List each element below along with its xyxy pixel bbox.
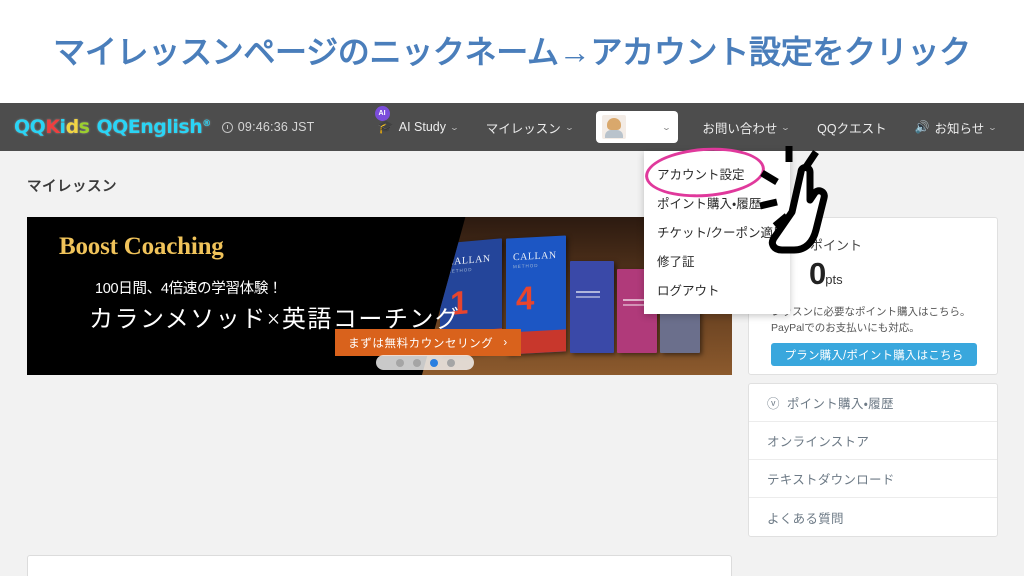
banner-cta-button[interactable]: まずは無料カウンセリング › [335,329,521,356]
nav-label-news: お知らせ [934,121,985,136]
chevron-down-icon: ⌄ [780,122,791,132]
textbook-brand: CALLAN [447,253,491,269]
carousel-dot[interactable] [395,358,404,367]
side-link-label: テキストダウンロード [767,473,895,487]
points-value: 0pts [809,256,843,292]
nav-label-ai-study: AI Study [398,120,446,134]
headline-banner: マイレッスンページのニックネーム→アカウント設定をクリック [0,0,1024,103]
points-unit: pts [825,272,843,287]
clock-time: 09:46:36 JST [237,120,315,134]
side-link-label: ポイント購入・履歴 [786,397,894,411]
carousel-dot-active[interactable] [429,358,438,367]
yen-circle-icon: ⓥ [767,397,780,411]
textbook-number: 4 [516,279,535,318]
side-link-text-download[interactable]: テキストダウンロード [749,460,997,498]
clock-icon [221,121,233,133]
nav-label-my-lesson: マイレッスン [485,121,561,136]
logo-s: s [78,116,90,138]
booking-instruction-box: お好きな時間帯、講師等を選び、レッスンをご予約ください [27,555,732,576]
account-menu-button[interactable]: ⌄ [596,111,679,143]
menu-item-logout[interactable]: ログアウト [644,275,790,304]
side-link-point-purchase-history[interactable]: ⓥ ポイント購入・履歴 [749,384,997,422]
carousel-dot[interactable] [412,358,421,367]
menu-item-certificate[interactable]: 修了証 [644,246,790,275]
top-navigation-bar: QQ Ki d s QQ English ® 09:46:36 JST AI 🎓 AI St… [0,103,1024,151]
page-title: マイレッスン [27,179,117,195]
side-link-label: よくある質問 [767,511,844,526]
points-number: 0 [809,256,826,291]
headline-text: マイレッスンページのニックネーム→アカウント設定をクリック [53,34,971,71]
screenshot-root: マイレッスンページのニックネーム→アカウント設定をクリック QQ Ki d s QQ En… [0,0,1024,576]
nav-item-news[interactable]: 🔊 お知らせ ⌄ [901,103,1010,151]
nav-item-contact[interactable]: お問い合わせ ⌄ [688,103,803,151]
menu-item-account-settings[interactable]: アカウント設定 [644,159,790,188]
menu-item-ticket-coupon[interactable]: チケット/クーポン適用 [644,217,790,246]
graduation-cap-icon: 🎓 [377,119,394,134]
carousel-dot[interactable] [446,358,455,367]
textbook-sub: METHOD [447,266,473,275]
buy-plan-points-button[interactable]: プラン購入/ポイント購入はこちら [771,343,977,366]
carousel-dots [376,355,474,370]
ai-study-icon-group: AI 🎓 [374,106,394,135]
points-description: レッスンに必要なポイント購入はこちら。 PayPalでのお支払いにも対応。 [771,305,971,337]
points-desc-line2: PayPalでのお支払いにも対応。 [771,321,920,334]
avatar [602,115,627,139]
nav-label-contact: お問い合わせ [702,121,778,136]
registered-mark: ® [202,119,211,129]
nav-right-group: AI 🎓 AI Study ⌄ マイレッスン ⌄ ⌄ お問い合わせ ⌄ QQクエ… [364,103,1010,151]
side-link-list: ⓥ ポイント購入・履歴 オンラインストア テキストダウンロード よくある質問 [748,383,998,537]
ai-badge: AI [374,106,390,121]
logo-english: English [127,116,203,138]
nav-item-qq-quest[interactable]: QQクエスト [803,103,900,151]
chevron-right-icon: › [503,336,508,349]
logo-qq-kids: QQ [14,116,46,138]
logo-k: K [45,116,60,138]
page-body: マイレッスン CALLAN METHOD 1 CALLAN METHOD 4 B… [0,151,1024,576]
side-link-online-store[interactable]: オンラインストア [749,422,997,460]
logo-d: d [65,116,80,138]
banner-cta-label: まずは無料カウンセリング [348,337,494,350]
side-link-faq[interactable]: よくある質問 [749,498,997,536]
chevron-down-icon: ⌄ [987,122,998,132]
points-desc-line1: レッスンに必要なポイント購入はこちら。 [771,306,971,318]
chevron-down-icon: ⌄ [661,122,672,132]
nav-item-my-lesson[interactable]: マイレッスン ⌄ [472,103,587,151]
textbook-brand: CALLAN [513,249,557,264]
site-logo[interactable]: QQ Ki d s QQ English ® [14,116,211,138]
account-dropdown-menu: アカウント設定 ポイント購入・履歴 チケット/クーポン適用 修了証 ログアウト [644,151,790,314]
side-link-label: オンラインストア [767,435,870,449]
textbook-sub: METHOD [513,262,539,270]
banner-subtitle: 100日間、4倍速の学習体験！ [95,281,283,297]
chevron-down-icon: ⌄ [564,122,575,132]
menu-item-point-purchase-history[interactable]: ポイント購入・履歴 [644,188,790,217]
nav-item-ai-study[interactable]: AI 🎓 AI Study ⌄ [364,103,472,151]
promo-banner[interactable]: CALLAN METHOD 1 CALLAN METHOD 4 Boost Co… [27,217,732,375]
speaker-icon: 🔊 [914,120,930,134]
chevron-down-icon: ⌄ [449,122,460,132]
banner-title: Boost Coaching [59,233,224,260]
nav-label-qq-quest: QQクエスト [817,121,887,136]
textbook-3 [570,261,614,353]
server-clock: 09:46:36 JST [221,120,315,134]
logo-qq-english: QQ [96,116,128,138]
